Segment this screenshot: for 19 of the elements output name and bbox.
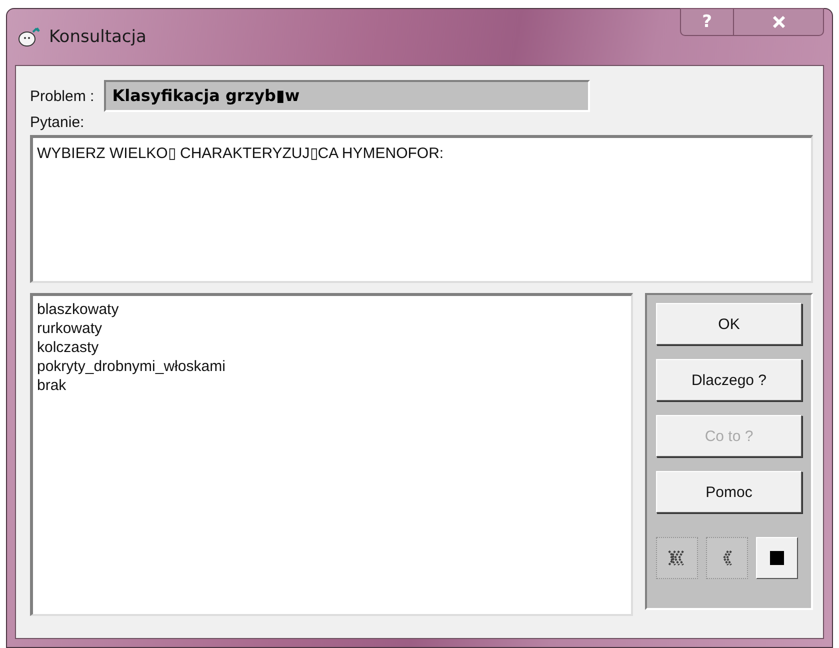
sheep-icon xyxy=(17,26,41,48)
answer-option[interactable]: kolczasty xyxy=(37,338,99,357)
answer-option[interactable]: blaszkowaty xyxy=(37,300,119,319)
answer-option[interactable]: brak xyxy=(37,376,66,395)
stop-icon xyxy=(770,551,784,565)
dialog-button[interactable]: OK xyxy=(656,303,802,345)
problem-label: Problem : xyxy=(30,88,94,104)
dialog-button[interactable]: Dlaczego ? xyxy=(656,359,802,401)
problem-field: Klasyfikacja grzyb▮w xyxy=(104,80,590,112)
close-icon xyxy=(772,16,786,28)
close-button[interactable] xyxy=(734,8,824,36)
answer-option[interactable]: rurkowaty xyxy=(37,319,102,338)
window-title: Konsultacja xyxy=(49,27,146,47)
question-label: Pytanie: xyxy=(30,114,86,131)
dialog-button[interactable]: Pomoc xyxy=(656,471,802,513)
stop-button[interactable] xyxy=(756,537,798,579)
question-text: WYBIERZ WIELKO▯ CHARAKTERYZUJ▯CA HYMENOFOR: xyxy=(30,135,813,283)
answer-option[interactable]: pokryty_drobnymi_włoskami xyxy=(37,357,226,376)
back-icon xyxy=(722,549,732,567)
